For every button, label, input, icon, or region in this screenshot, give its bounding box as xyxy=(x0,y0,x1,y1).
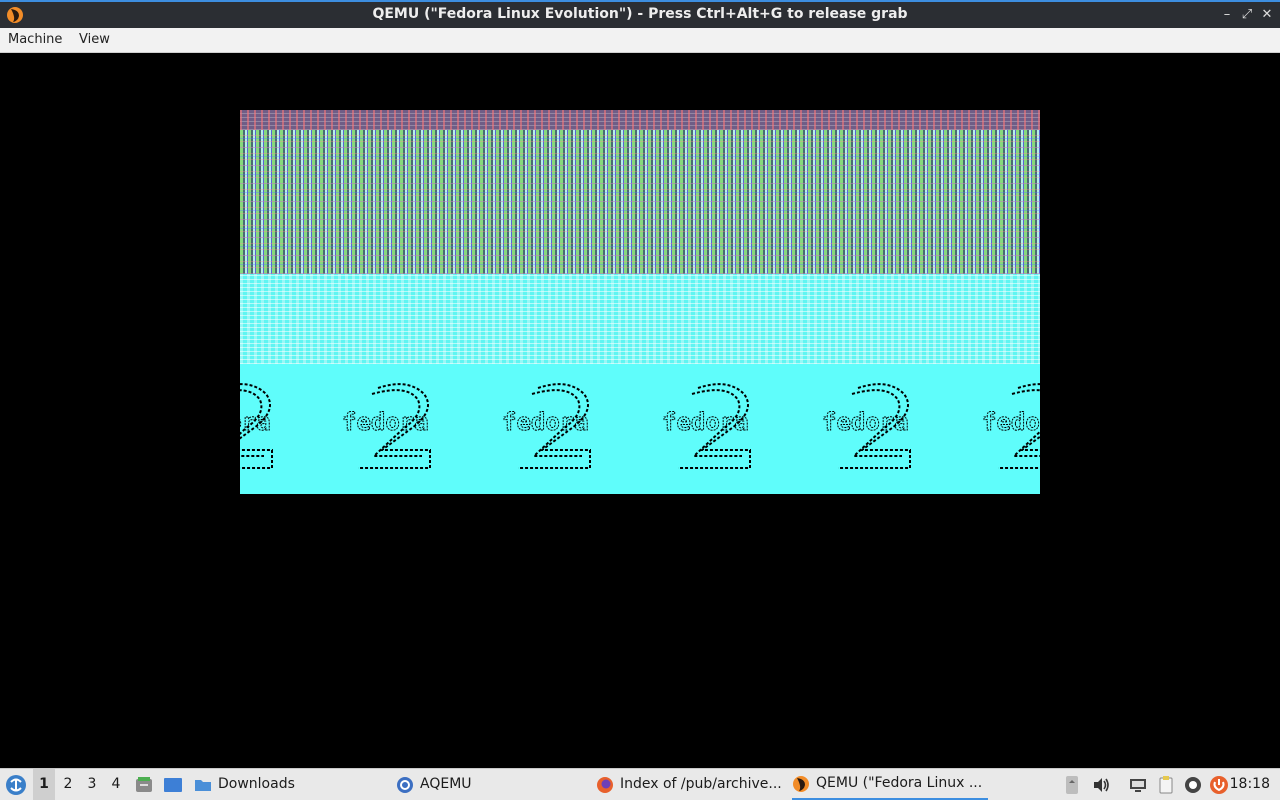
task-aqemu[interactable]: AQEMU xyxy=(396,769,576,800)
minimize-icon[interactable]: – xyxy=(1218,6,1236,24)
update-icon[interactable] xyxy=(1183,775,1203,795)
scroll-indicator-icon[interactable] xyxy=(1062,775,1082,795)
svg-text:fedora: fedora xyxy=(662,408,749,436)
workspace-4[interactable]: 4 xyxy=(105,769,127,800)
firefox-icon xyxy=(597,776,613,793)
clipboard-icon[interactable] xyxy=(1156,775,1176,795)
folder-icon xyxy=(195,779,211,791)
svg-text:fedora: fedora xyxy=(502,408,589,436)
glitch-band-top xyxy=(240,110,1040,130)
start-menu-icon[interactable] xyxy=(5,774,27,796)
menu-machine[interactable]: Machine xyxy=(8,32,62,47)
show-desktop-icon[interactable] xyxy=(163,775,183,795)
menu-bar: Machine View xyxy=(0,28,1280,53)
task-label: Downloads xyxy=(218,776,295,792)
glitch-band-noise xyxy=(240,274,1040,364)
svg-text:fedora: fedora xyxy=(342,408,429,436)
task-qemu[interactable]: QEMU ("Fedora Linux ... xyxy=(792,769,988,800)
vm-guest-screen[interactable]: fedora fedora fedora fedora fedora fedor… xyxy=(240,110,1040,494)
workspace-1[interactable]: 1 xyxy=(33,769,55,800)
workspace-3[interactable]: 3 xyxy=(81,769,103,800)
maximize-icon[interactable]: ⤢ xyxy=(1238,6,1256,24)
volume-icon[interactable] xyxy=(1091,775,1111,795)
svg-text:fedora: fedora xyxy=(982,408,1040,436)
vm-display[interactable]: fedora fedora fedora fedora fedora fedor… xyxy=(0,53,1280,768)
network-icon[interactable] xyxy=(1128,775,1148,795)
fedora-logo-glitch: fedora xyxy=(240,383,273,469)
menu-view[interactable]: View xyxy=(79,32,110,47)
task-label: Index of /pub/archive... xyxy=(620,776,782,792)
taskbar: 1 2 3 4 Downloads AQEMU Index of /pub/ar… xyxy=(0,768,1280,800)
clock[interactable]: 18:18 xyxy=(1230,769,1270,800)
window-title-bar[interactable]: QEMU ("Fedora Linux Evolution") - Press … xyxy=(0,0,1280,28)
aqemu-icon xyxy=(397,776,413,793)
fedora-logo-glitch: fedora xyxy=(662,383,751,469)
power-icon[interactable] xyxy=(1209,775,1229,795)
file-manager-launcher-icon[interactable] xyxy=(134,775,154,795)
qemu-icon xyxy=(793,775,809,792)
svg-text:fedora: fedora xyxy=(240,408,271,436)
svg-text:fedora: fedora xyxy=(822,408,909,436)
task-label: AQEMU xyxy=(420,776,472,792)
window-title: QEMU ("Fedora Linux Evolution") - Press … xyxy=(372,6,908,22)
workspace-2[interactable]: 2 xyxy=(57,769,79,800)
task-label: QEMU ("Fedora Linux ... xyxy=(816,775,983,791)
task-downloads[interactable]: Downloads xyxy=(194,769,380,800)
fedora-logo-glitch: fedora xyxy=(982,383,1040,469)
close-icon[interactable]: ✕ xyxy=(1258,6,1276,24)
fedora-logo-glitch: fedora xyxy=(822,383,911,469)
glitch-band-stripes xyxy=(240,130,1040,274)
fedora-logo-glitch: fedora xyxy=(502,383,591,469)
task-firefox[interactable]: Index of /pub/archive... xyxy=(596,769,782,800)
fedora-logo-glitch: fedora xyxy=(342,383,431,469)
